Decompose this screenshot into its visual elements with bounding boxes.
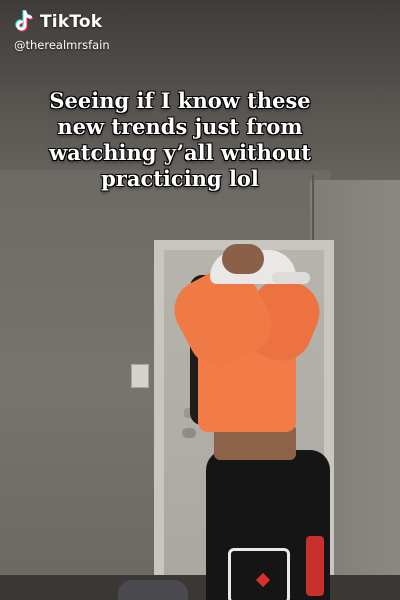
tiktok-note-icon [14, 10, 34, 34]
creator-username: @therealmrsfain [14, 38, 110, 52]
video-caption: Seeing if I know these new trends just f… [10, 88, 350, 192]
tiktok-watermark: TikTok [14, 10, 102, 34]
tiktok-brand-label: TikTok [40, 12, 103, 32]
floor [0, 575, 400, 600]
cap-brim [272, 272, 310, 284]
caption-line: practicing lol [101, 166, 259, 191]
door-knob [182, 428, 196, 438]
floor-bag [118, 580, 188, 600]
video-frame[interactable]: TikTok @therealmrsfain Seeing if I know … [0, 0, 400, 600]
person-hands [222, 244, 264, 274]
light-switch [131, 364, 149, 388]
caption-line: new trends just from [57, 114, 303, 139]
pants-graphic [228, 548, 290, 600]
caption-line: watching y’all without [49, 140, 311, 165]
pants-side-print [306, 536, 324, 596]
caption-line: Seeing if I know these [49, 88, 311, 113]
